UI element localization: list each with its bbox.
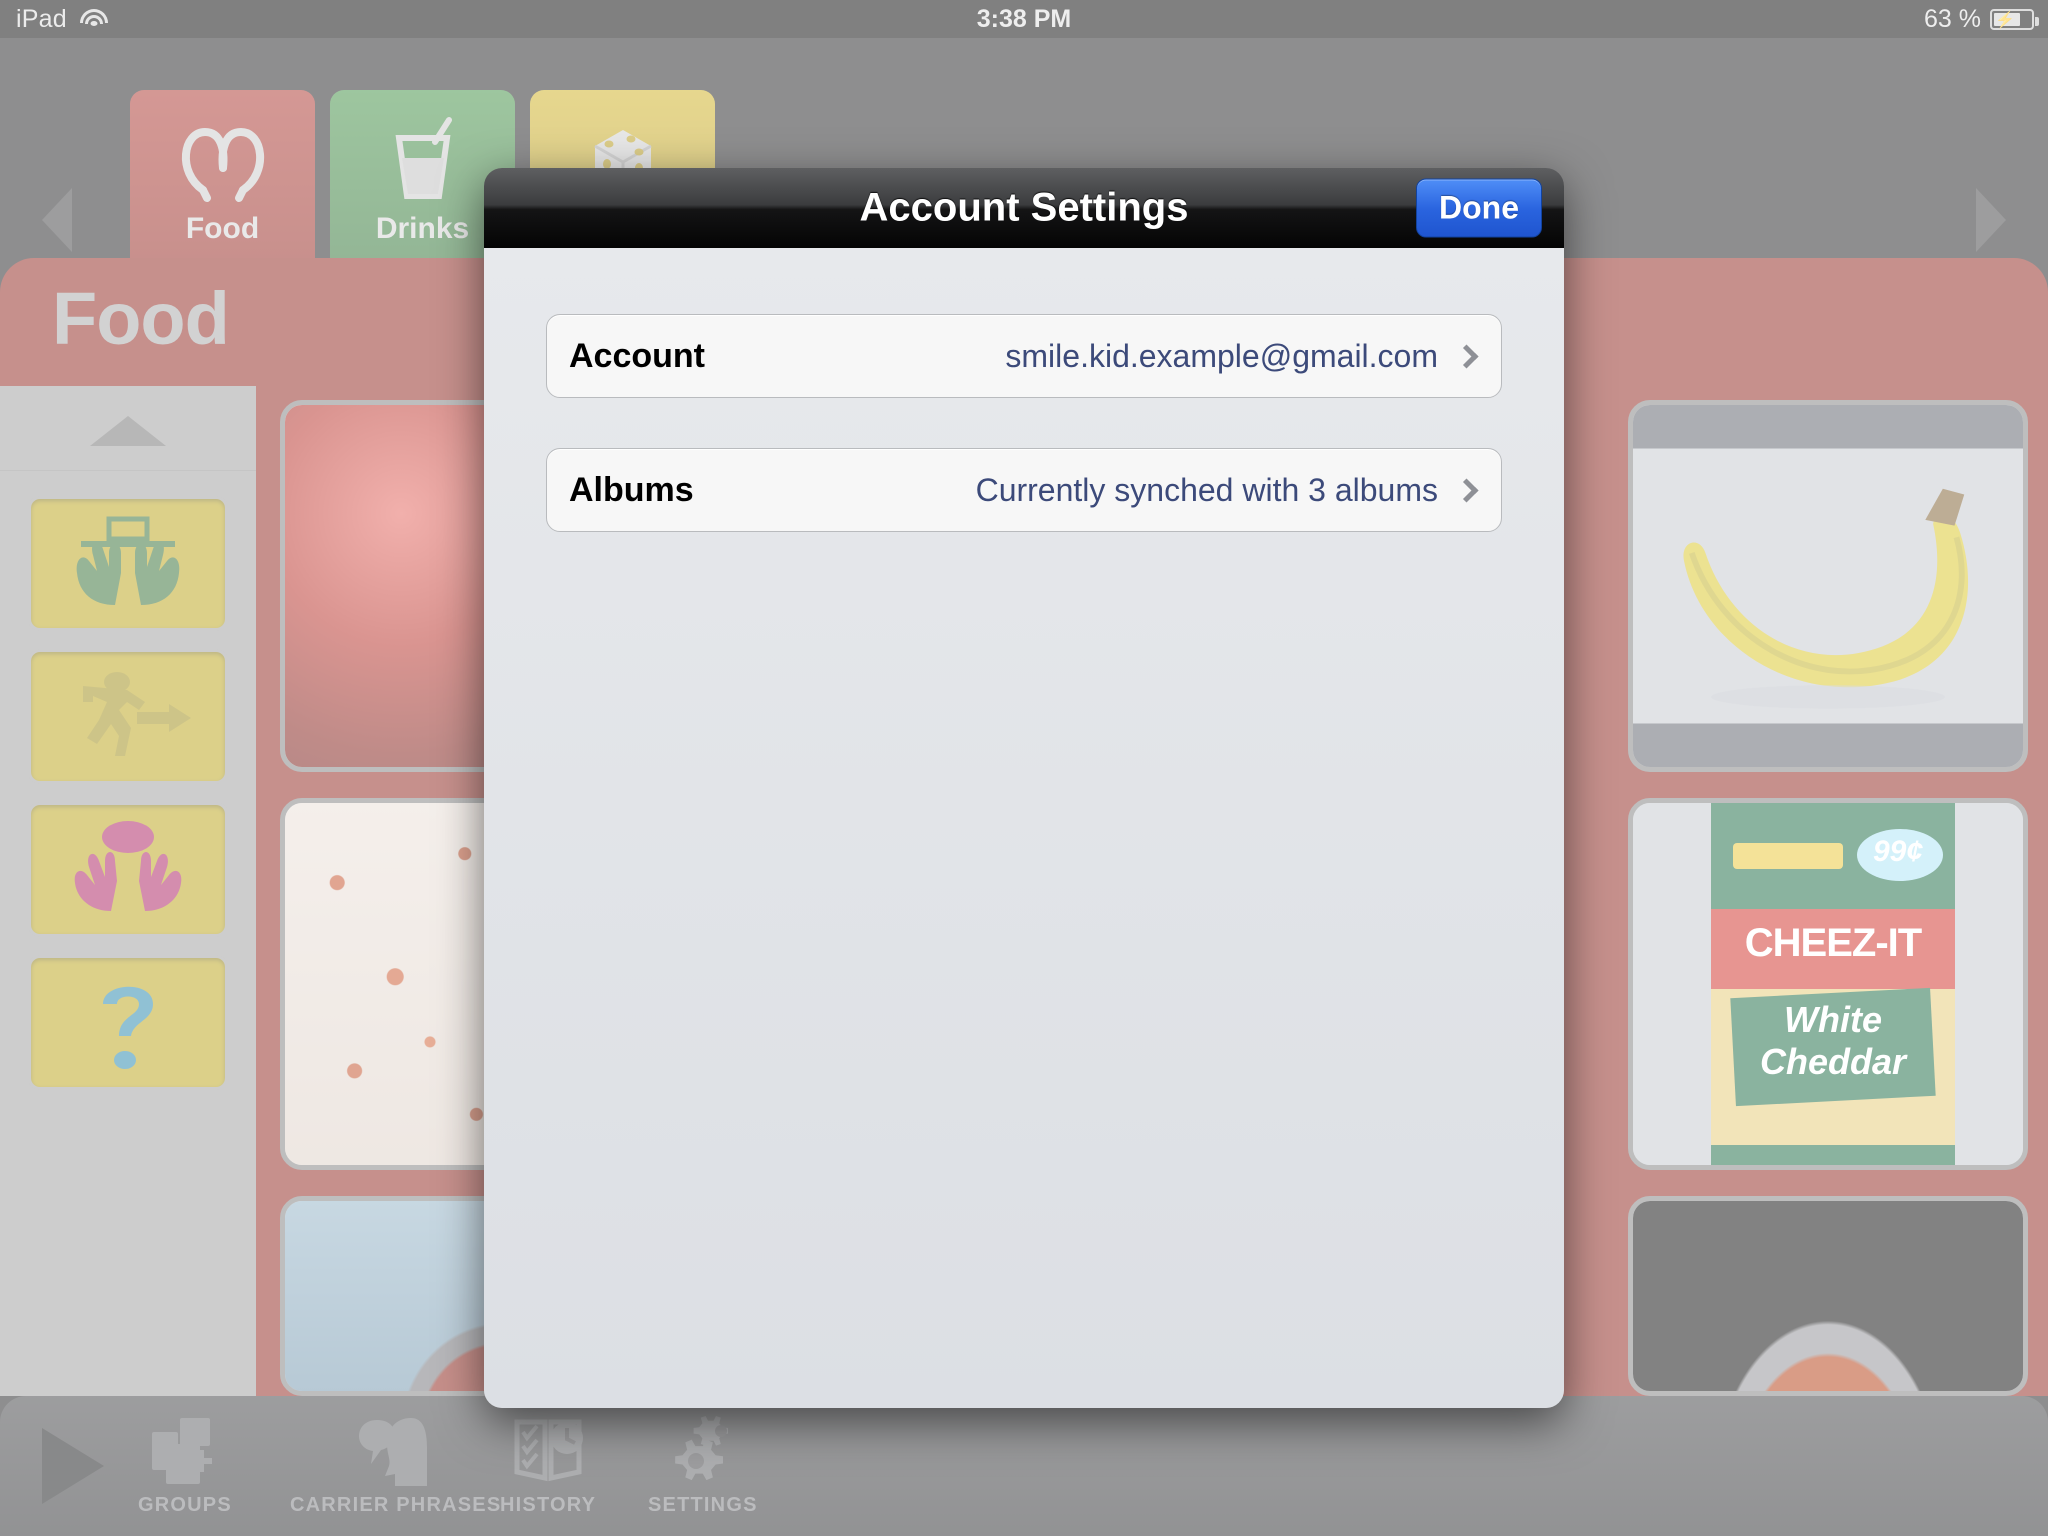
screen: iPad 3:38 PM 63 % ⚡ [0, 0, 2048, 1536]
account-row-label: Account [569, 336, 705, 375]
modal-title: Account Settings [859, 185, 1189, 230]
albums-row-right: Currently synched with 3 albums [975, 471, 1479, 509]
albums-row[interactable]: Albums Currently synched with 3 albums [546, 448, 1502, 532]
modal-header: Account Settings Done [484, 168, 1564, 248]
chevron-right-icon [1454, 343, 1479, 369]
account-row[interactable]: Account smile.kid.example@gmail.com [546, 314, 1502, 398]
albums-row-label: Albums [569, 470, 694, 509]
modal-body: Account smile.kid.example@gmail.com Albu… [484, 248, 1564, 1408]
account-row-value: smile.kid.example@gmail.com [1005, 337, 1438, 374]
account-settings-modal: Account Settings Done Account smile.kid.… [484, 168, 1564, 1408]
account-row-right: smile.kid.example@gmail.com [1005, 337, 1479, 375]
chevron-right-icon [1454, 477, 1479, 503]
done-button[interactable]: Done [1416, 178, 1542, 238]
albums-row-value: Currently synched with 3 albums [975, 471, 1438, 508]
